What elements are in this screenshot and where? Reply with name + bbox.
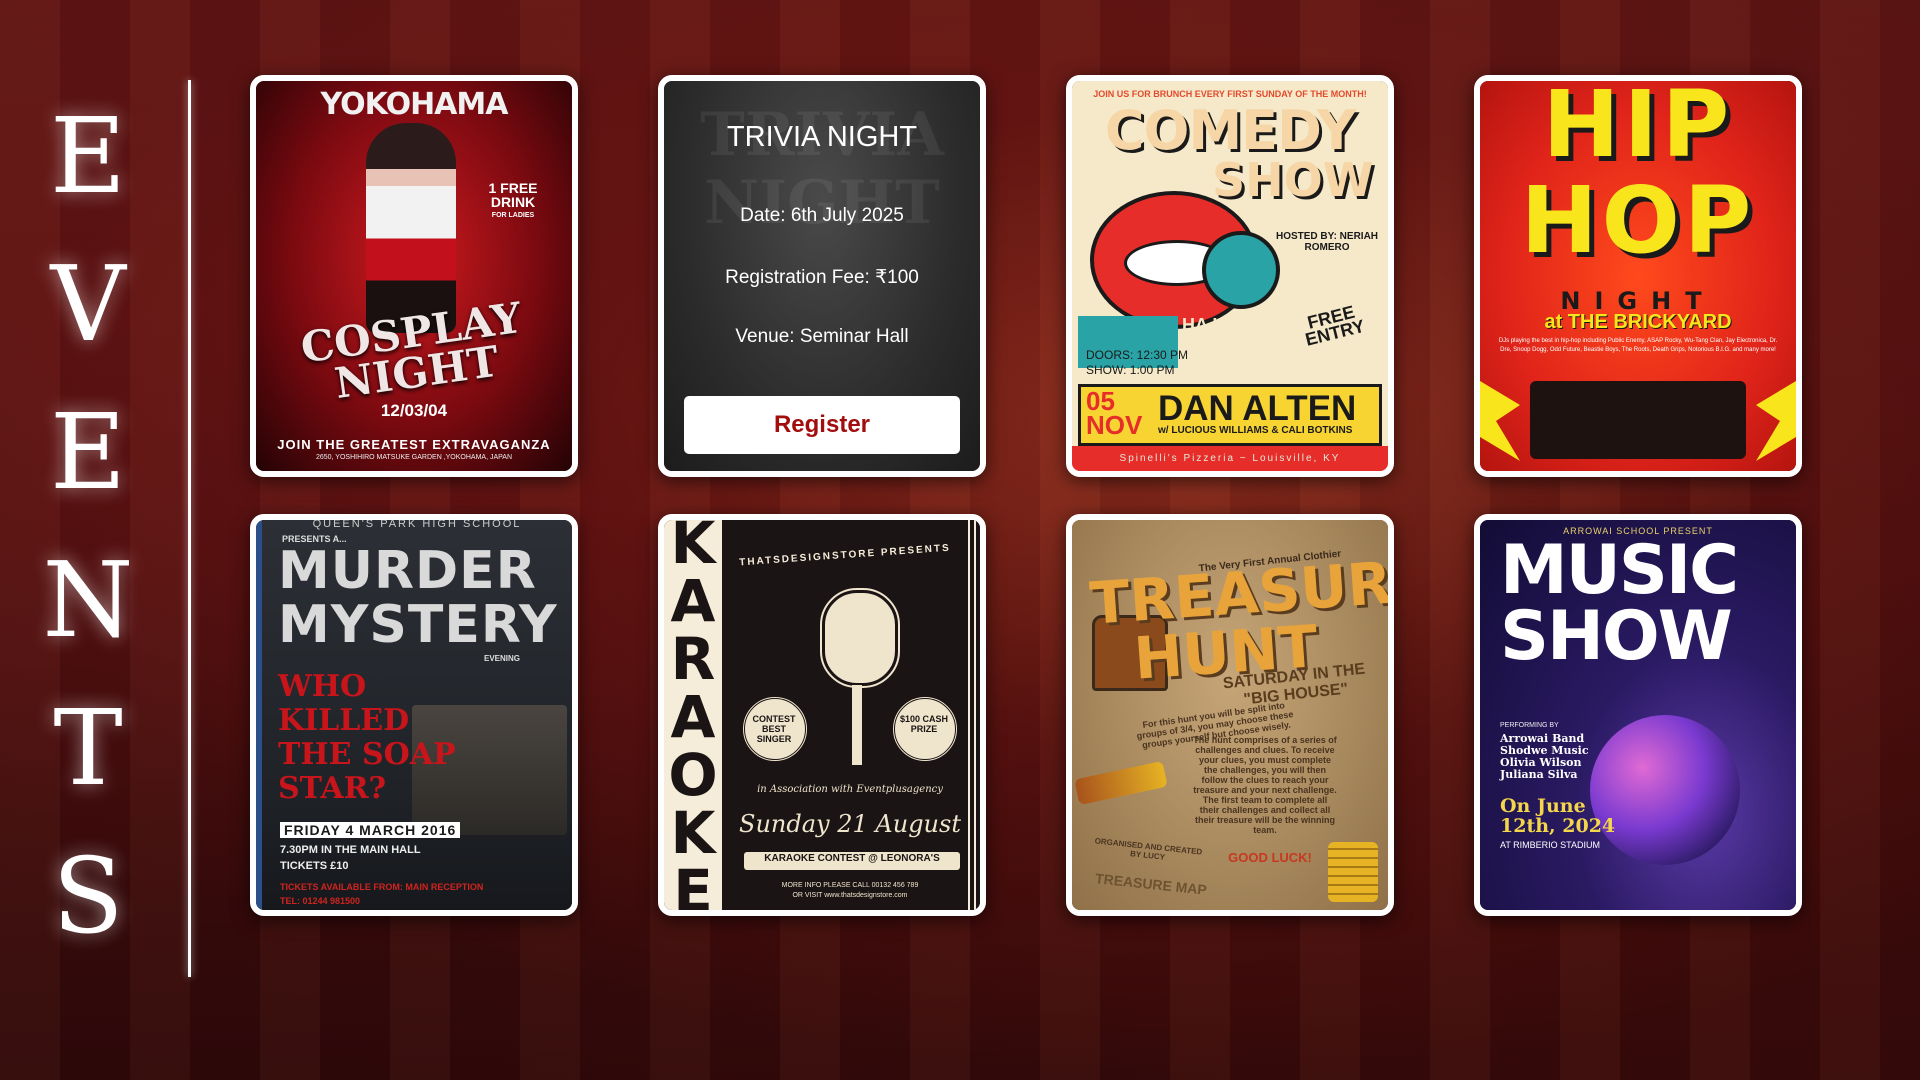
planet-icon xyxy=(1590,715,1740,865)
treasure-poster: The Very First Annual Clothier TREASURE … xyxy=(1072,520,1388,910)
murder-tel: TEL: 01244 981500 xyxy=(280,896,361,906)
comedy-haha: HA HA HA xyxy=(1182,315,1238,352)
karaoke-presents: THATSDESIGNSTORE PRESENTS xyxy=(738,542,952,569)
cosplay-character-figure xyxy=(366,123,456,333)
event-card-murder-mystery[interactable]: QUEEN'S PARK HIGH SCHOOL PRESENTS A... M… xyxy=(250,514,578,916)
comedy-title-1: COMEDY xyxy=(1104,99,1356,162)
music-title-2: SHOW xyxy=(1500,597,1733,676)
performer-4: Juliana Silva xyxy=(1500,768,1578,781)
comedy-with: w/ LUCIOUS WILLIAMS & CALI BOTKINS xyxy=(1158,425,1353,436)
music-poster: ARROWAI SCHOOL PRESENT MUSIC SHOW PERFOR… xyxy=(1480,520,1796,910)
microphone-stem xyxy=(852,685,862,765)
murder-title-1: MURDER xyxy=(278,541,537,601)
comedy-venue: Spinelli's Pizzeria ~ Louisville, KY xyxy=(1119,453,1341,464)
murder-available: TICKETS AVAILABLE FROM: MAIN RECEPTION xyxy=(280,882,484,892)
murder-date: FRIDAY 4 MARCH 2016 xyxy=(280,822,461,838)
heading-letter-s: S xyxy=(52,835,124,957)
trivia-venue: Venue: Seminar Hall xyxy=(735,326,909,347)
cosplay-address: 2650, YOSHIHIRO MATSUKE GARDEN ,YOKOHAMA… xyxy=(315,454,513,461)
event-card-music-show[interactable]: ARROWAI SCHOOL PRESENT MUSIC SHOW PERFOR… xyxy=(1474,514,1802,916)
boombox-icon xyxy=(1530,381,1746,459)
karaoke-vertical-title: KARAOKE xyxy=(668,514,718,916)
event-card-hiphop[interactable]: HIP HOP NIGHT at THE BRICKYARD DJs playi… xyxy=(1474,75,1802,477)
vertical-divider xyxy=(188,80,191,977)
hiphop-title-2: HOP xyxy=(1520,167,1756,274)
hiphop-poster: HIP HOP NIGHT at THE BRICKYARD DJs playi… xyxy=(1480,81,1796,471)
music-venue: AT RIMBERIO STADIUM xyxy=(1500,840,1601,850)
event-card-karaoke[interactable]: KARAOKE THATSDESIGNSTORE PRESENTS CONTES… xyxy=(658,514,986,916)
treasure-good-luck: GOOD LUCK! xyxy=(1228,850,1312,865)
trivia-panel: TRIVIA NIGHT TRIVIA NIGHT Date: 6th July… xyxy=(664,81,980,471)
gold-coins-icon xyxy=(1328,842,1378,902)
hiphop-title-1: HIP xyxy=(1542,75,1734,178)
hiphop-venue: at THE BRICKYARD xyxy=(1544,311,1732,333)
music-performers: Arrowai Band Shodwe Music Olivia Wilson … xyxy=(1500,733,1610,781)
cosplay-date: 12/03/04 xyxy=(380,401,448,420)
comedy-times: DOORS: 12:30 PM SHOW: 1:00 PM xyxy=(1086,348,1196,378)
treasure-rules: The hunt comprises of a series of challe… xyxy=(1193,735,1337,835)
comedy-free-entry: FREE ENTRY xyxy=(1303,301,1367,350)
events-heading: E V E N T S xyxy=(38,82,138,970)
karaoke-date: Sunday 21 August xyxy=(739,810,961,838)
comedy-title-2: SHOW xyxy=(1212,153,1374,207)
comedy-performer: DAN ALTEN xyxy=(1158,389,1357,428)
murder-title-2: MYSTERY xyxy=(278,595,558,655)
trivia-fee: Registration Fee: ₹100 xyxy=(725,267,919,288)
karaoke-poster: KARAOKE THATSDESIGNSTORE PRESENTS CONTES… xyxy=(664,520,980,910)
comedy-date: 05 NOV xyxy=(1086,386,1143,440)
trivia-date: Date: 6th July 2025 xyxy=(740,205,904,226)
comedy-show-time: SHOW: 1:00 PM xyxy=(1086,363,1175,377)
heading-letter-v: V xyxy=(50,243,126,365)
heading-letter-t: T xyxy=(53,687,123,809)
karaoke-more-1: MORE INFO PLEASE CALL 00132 456 789 xyxy=(781,882,919,889)
comedy-host: HOSTED BY: NERIAH ROMERO xyxy=(1275,231,1379,253)
karaoke-banner-text: KARAOKE CONTEST @ LEONORA'S xyxy=(764,853,940,864)
vintage-microphone-icon xyxy=(820,588,900,688)
murder-who: WHO KILLED THE SOAP STAR? xyxy=(278,669,456,806)
event-card-cosplay[interactable]: YOKOHAMA 1 FREE DRINK FOR LADIES COSPLAY… xyxy=(250,75,578,477)
murder-evening: EVENING xyxy=(483,654,520,663)
hiphop-desc: DJs playing the best in hip-hop includin… xyxy=(1498,338,1778,353)
event-card-comedy[interactable]: JOIN US FOR BRUNCH EVERY FIRST SUNDAY OF… xyxy=(1066,75,1394,477)
comedy-doors: DOORS: 12:30 PM xyxy=(1086,348,1189,362)
murder-time: 7.30PM IN THE MAIN HALL xyxy=(280,844,421,856)
badge-best-singer-text: CONTEST BEST SINGER xyxy=(752,714,796,744)
music-title-1: MUSIC xyxy=(1500,531,1739,610)
music-title: MUSIC SHOW xyxy=(1500,531,1760,676)
karaoke-more-2: OR VISIT www.thatsdesignstore.com xyxy=(792,892,908,899)
cosplay-title: COSPLAY NIGHT xyxy=(297,292,525,409)
badge-cash-prize-text: $100 CASH PRIZE xyxy=(899,714,949,734)
trivia-title: TRIVIA NIGHT xyxy=(726,121,918,153)
murder-poster: QUEEN'S PARK HIGH SCHOOL PRESENTS A... M… xyxy=(256,520,572,910)
heading-letter-e2: E xyxy=(50,391,126,513)
hiphop-title: HIP HOP xyxy=(1480,75,1796,274)
music-date: On June 12th, 2024 xyxy=(1500,795,1616,837)
lightning-right-icon xyxy=(1756,381,1796,461)
comedy-poster: JOIN US FOR BRUNCH EVERY FIRST SUNDAY OF… xyxy=(1072,81,1388,471)
microphone-icon xyxy=(1202,231,1280,309)
cosplay-top: YOKOHAMA xyxy=(320,87,509,122)
cosplay-offer: 1 FREE DRINK FOR LADIES xyxy=(468,181,558,223)
treasure-organized: ORGANISED AND CREATED BY LUCY xyxy=(1094,836,1203,862)
comedy-top: JOIN US FOR BRUNCH EVERY FIRST SUNDAY OF… xyxy=(1093,89,1367,99)
murder-school: QUEEN'S PARK HIGH SCHOOL xyxy=(312,518,522,530)
register-button[interactable]: Register xyxy=(684,396,960,454)
heading-letter-n: N xyxy=(42,539,134,661)
event-card-treasure-hunt[interactable]: The Very First Annual Clothier TREASURE … xyxy=(1066,514,1394,916)
karaoke-right-border xyxy=(968,520,976,910)
murder-title: MURDER MYSTERY xyxy=(278,544,558,652)
event-card-trivia: TRIVIA NIGHT TRIVIA NIGHT Date: 6th July… xyxy=(658,75,986,477)
treasure-map: TREASURE MAP xyxy=(1094,870,1208,898)
heading-letter-e: E xyxy=(50,95,126,217)
music-performing: PERFORMING BY xyxy=(1500,722,1559,729)
lightning-left-icon xyxy=(1480,381,1520,461)
cosplay-offer-main: 1 FREE DRINK xyxy=(488,180,538,210)
karaoke-assoc: in Association with Eventplusagency xyxy=(757,784,943,795)
telescope-icon xyxy=(1074,760,1168,806)
cosplay-tagline: JOIN THE GREATEST EXTRAVAGANZA xyxy=(277,437,551,452)
murder-tickets: TICKETS £10 xyxy=(280,860,349,872)
cosplay-offer-small: FOR LADIES xyxy=(491,212,535,219)
cosplay-poster: YOKOHAMA 1 FREE DRINK FOR LADIES COSPLAY… xyxy=(256,81,572,471)
